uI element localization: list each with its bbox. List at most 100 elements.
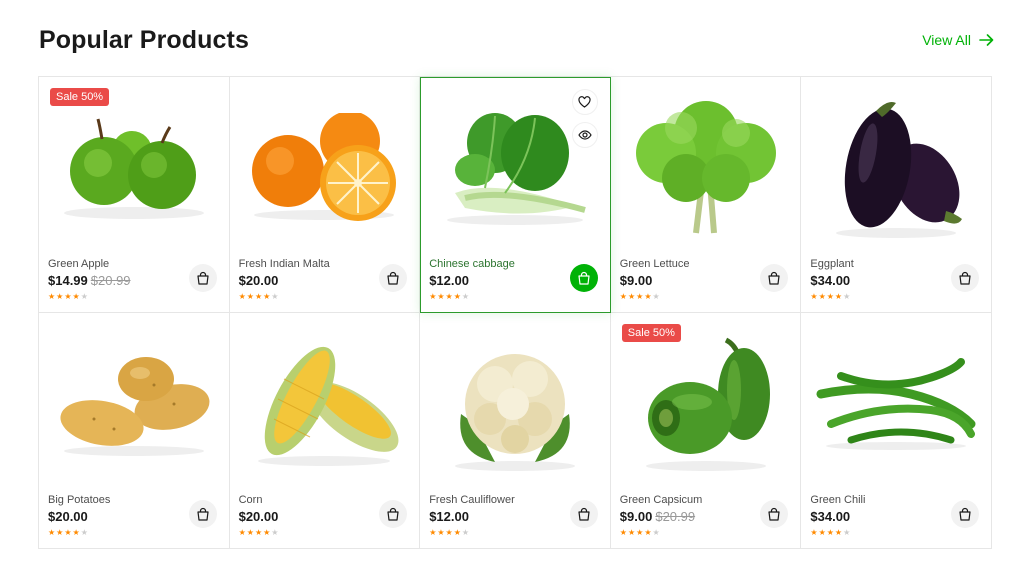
product-image[interactable] xyxy=(426,319,604,489)
product-card[interactable]: Green Lettuce $9.00 ★ ★ ★ ★ ★ xyxy=(610,77,802,313)
rating-stars: ★ ★ ★ ★ ★ xyxy=(239,529,408,537)
product-card-active[interactable]: Chinese cabbage $12.00 ★ ★ ★ ★ ★ xyxy=(420,77,611,313)
bok-choy-image xyxy=(446,113,586,225)
product-image[interactable] xyxy=(45,319,223,489)
product-card[interactable]: Corn $20.00 ★ ★ ★ ★ ★ xyxy=(229,313,421,549)
star-icon: ★ xyxy=(826,292,834,301)
star-icon: ★ xyxy=(636,528,644,537)
lettuce-image xyxy=(635,101,776,234)
add-to-cart-button[interactable] xyxy=(951,500,979,528)
shopping-bag-icon xyxy=(196,271,209,285)
star-icon: ★ xyxy=(644,292,652,301)
add-to-cart-button[interactable] xyxy=(951,264,979,292)
product-price: $9.00 xyxy=(619,273,653,288)
star-empty-icon: ★ xyxy=(80,528,88,537)
product-price: $12.00 xyxy=(429,273,469,288)
star-icon: ★ xyxy=(238,292,246,301)
rating-stars: ★ ★ ★ ★ ★ xyxy=(620,293,789,301)
add-to-cart-button[interactable] xyxy=(379,500,408,528)
view-all-link[interactable]: View All xyxy=(922,32,994,48)
star-icon: ★ xyxy=(619,528,627,537)
product-card[interactable]: Green Chili $34.00 ★ ★ ★ ★ ★ xyxy=(801,313,992,549)
product-image[interactable] xyxy=(617,319,795,489)
add-to-cart-button[interactable] xyxy=(569,500,598,528)
add-to-cart-button[interactable] xyxy=(569,264,598,292)
product-card[interactable]: Sale 50% Green Capsicum $9.00 $20.99 ★ ★ ★… xyxy=(610,313,802,549)
shopping-bag-icon xyxy=(768,271,780,285)
star-empty-icon: ★ xyxy=(652,292,660,301)
product-price: $20.00 xyxy=(48,509,88,524)
star-icon: ★ xyxy=(238,528,246,537)
wishlist-button[interactable] xyxy=(571,89,598,115)
product-price: $20.00 xyxy=(238,273,279,288)
shopping-bag-icon xyxy=(768,507,780,521)
star-icon: ★ xyxy=(263,528,271,537)
star-icon: ★ xyxy=(818,292,826,301)
product-price: $12.00 xyxy=(429,509,469,524)
star-empty-icon: ★ xyxy=(271,528,279,537)
star-empty-icon: ★ xyxy=(461,528,470,537)
product-price: $34.00 xyxy=(810,273,851,288)
star-icon: ★ xyxy=(263,292,271,301)
product-image[interactable] xyxy=(807,319,985,489)
rating-stars: ★ ★ ★ ★ ★ xyxy=(429,529,598,537)
add-to-cart-button[interactable] xyxy=(188,500,217,528)
eye-icon xyxy=(578,130,592,140)
add-to-cart-button[interactable] xyxy=(188,264,217,292)
add-to-cart-button[interactable] xyxy=(379,264,408,292)
star-icon: ★ xyxy=(445,292,453,301)
product-image[interactable] xyxy=(617,83,795,253)
page-title: Popular Products xyxy=(39,26,249,54)
potato-image xyxy=(60,357,210,456)
rating-stars: ★ ★ ★ ★ ★ xyxy=(429,293,598,301)
product-image[interactable] xyxy=(45,83,223,253)
product-price: $20.00 xyxy=(238,509,279,524)
quick-view-button[interactable] xyxy=(571,122,598,148)
star-empty-icon: ★ xyxy=(843,528,851,537)
arrow-right-icon xyxy=(979,34,994,46)
star-icon: ★ xyxy=(818,528,826,537)
old-price: $20.99 xyxy=(90,273,131,288)
product-price: $9.00 xyxy=(619,509,653,524)
star-icon: ★ xyxy=(429,292,437,301)
star-icon: ★ xyxy=(834,292,843,301)
star-icon: ★ xyxy=(437,292,445,301)
star-icon: ★ xyxy=(810,528,818,537)
product-image[interactable] xyxy=(236,319,414,489)
product-info: Green Apple $14.99 $20.99 ★ ★ ★ ★ ★ xyxy=(48,254,217,306)
star-icon: ★ xyxy=(72,292,80,301)
shopping-bag-icon xyxy=(387,507,399,521)
capsicum-image xyxy=(645,337,770,471)
shopping-bag-icon xyxy=(196,507,209,521)
rating-stars: ★ ★ ★ ★ ★ xyxy=(620,529,789,537)
star-empty-icon: ★ xyxy=(652,528,660,537)
product-info: Eggplant $34.00 ★ ★ ★ ★ ★ xyxy=(810,254,979,306)
product-image[interactable] xyxy=(236,83,414,253)
section-header: Popular Products View All xyxy=(39,24,994,58)
star-empty-icon: ★ xyxy=(843,292,851,301)
cauliflower-image xyxy=(454,354,575,471)
product-card[interactable]: Fresh Indian Malta $20.00 ★ ★ ★ ★ ★ xyxy=(229,77,421,313)
product-image[interactable] xyxy=(807,83,985,253)
product-card[interactable]: Sale 50% Green Apple $14.99 $20.99 ★ ★ ★ ★ ★ xyxy=(39,77,230,313)
star-icon: ★ xyxy=(72,528,80,537)
star-icon: ★ xyxy=(445,528,453,537)
star-icon: ★ xyxy=(636,292,644,301)
star-empty-icon: ★ xyxy=(80,292,88,301)
star-icon: ★ xyxy=(644,528,652,537)
product-card[interactable]: Big Potatoes $20.00 ★ ★ ★ ★ ★ xyxy=(39,313,230,549)
star-icon: ★ xyxy=(48,292,56,301)
shopping-bag-icon xyxy=(959,507,971,521)
product-info: Corn $20.00 ★ ★ ★ ★ ★ xyxy=(239,490,408,542)
orange-image xyxy=(252,113,397,221)
shopping-bag-icon xyxy=(578,271,590,285)
star-icon: ★ xyxy=(834,528,843,537)
product-card[interactable]: Fresh Cauliflower $12.00 ★ ★ ★ ★ ★ xyxy=(420,313,611,549)
star-icon: ★ xyxy=(56,528,64,537)
star-icon: ★ xyxy=(826,528,834,537)
rating-stars: ★ ★ ★ ★ ★ xyxy=(239,293,408,301)
product-card[interactable]: Eggplant $34.00 ★ ★ ★ ★ ★ xyxy=(801,77,992,313)
product-info: Big Potatoes $20.00 ★ ★ ★ ★ ★ xyxy=(48,490,217,542)
shopping-bag-icon xyxy=(578,507,590,521)
star-empty-icon: ★ xyxy=(461,292,470,301)
